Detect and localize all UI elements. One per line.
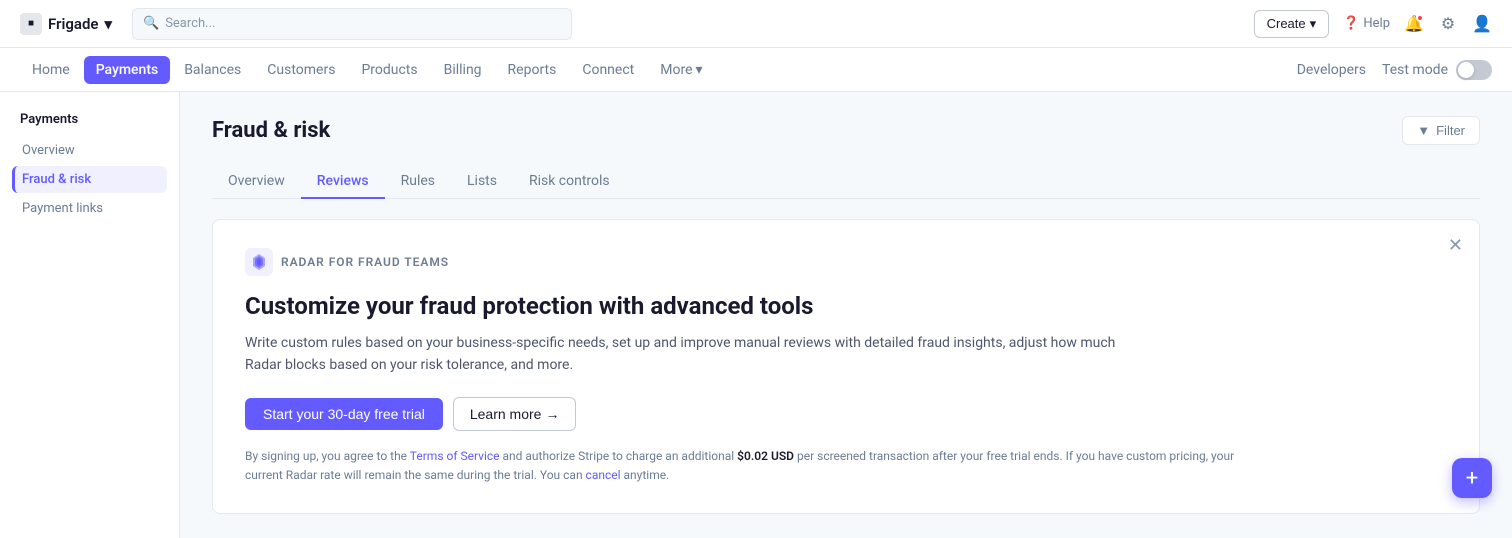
nav-item-customers[interactable]: Customers xyxy=(255,56,347,84)
footer-tos-link[interactable]: Terms of Service xyxy=(410,449,500,463)
more-chevron-icon: ▾ xyxy=(696,62,703,78)
promo-card: ✕ RADAR FOR FRAUD TEAMS Customize your f… xyxy=(212,219,1480,514)
test-mode-label: Test mode xyxy=(1382,62,1448,78)
create-button[interactable]: Create ▾ xyxy=(1254,10,1330,38)
main-layout: Payments Overview Fraud & risk Payment l… xyxy=(0,92,1512,538)
account-button[interactable]: 👤 xyxy=(1472,14,1492,34)
search-bar[interactable]: 🔍 Search... xyxy=(132,8,572,40)
learn-more-arrow-icon: → xyxy=(545,406,559,422)
help-label: Help xyxy=(1363,16,1390,31)
test-mode-toggle[interactable] xyxy=(1456,60,1492,80)
toggle-thumb xyxy=(1458,62,1474,78)
create-label: Create xyxy=(1267,16,1306,31)
promo-description: Write custom rules based on your busines… xyxy=(245,332,1145,377)
promo-title: Customize your fraud protection with adv… xyxy=(245,292,1447,320)
brand-icon: ■ xyxy=(20,13,42,35)
nav-actions: Create ▾ ❓ Help 🔔 ⚙ 👤 xyxy=(1254,10,1492,38)
nav-item-billing[interactable]: Billing xyxy=(432,56,494,84)
primary-nav-items: Home Payments Balances Customers Product… xyxy=(20,56,1297,84)
tab-risk-controls[interactable]: Risk controls xyxy=(513,165,626,199)
secondary-nav-right: Developers Test mode xyxy=(1297,60,1492,80)
sidebar-title: Payments xyxy=(12,112,167,127)
notification-dot xyxy=(1416,14,1424,22)
help-button[interactable]: ❓ Help xyxy=(1343,16,1390,31)
search-placeholder: Search... xyxy=(165,16,215,31)
sidebar: Payments Overview Fraud & risk Payment l… xyxy=(0,92,180,538)
nav-item-home[interactable]: Home xyxy=(20,56,82,84)
page-title: Fraud & risk xyxy=(212,118,330,143)
nav-item-balances[interactable]: Balances xyxy=(172,56,253,84)
sidebar-item-overview[interactable]: Overview xyxy=(12,137,167,164)
secondary-navigation: Home Payments Balances Customers Product… xyxy=(0,48,1512,92)
promo-actions: Start your 30-day free trial Learn more … xyxy=(245,397,1447,431)
top-navigation: ■ Frigade ▾ 🔍 Search... Create ▾ ❓ Help … xyxy=(0,0,1512,48)
brand-logo[interactable]: ■ Frigade ▾ xyxy=(20,13,112,35)
footer-cancel-link[interactable]: cancel xyxy=(586,468,621,482)
radar-badge-label: RADAR FOR FRAUD TEAMS xyxy=(281,255,449,269)
page-header: Fraud & risk ▼ Filter xyxy=(212,116,1480,145)
nav-item-products[interactable]: Products xyxy=(349,56,429,84)
notifications-button[interactable]: 🔔 xyxy=(1404,14,1424,34)
footer-prefix: By signing up, you agree to the xyxy=(245,449,410,463)
test-mode-toggle-group: Test mode xyxy=(1382,60,1492,80)
learn-more-label: Learn more xyxy=(470,406,542,422)
create-chevron-icon: ▾ xyxy=(1310,16,1317,32)
radar-icon xyxy=(245,248,273,276)
footer-price: $0.02 USD xyxy=(737,449,794,463)
footer-middle: and authorize Stripe to charge an additi… xyxy=(503,449,738,463)
brand-chevron-icon: ▾ xyxy=(104,15,112,33)
radar-badge: RADAR FOR FRAUD TEAMS xyxy=(245,248,1447,276)
nav-item-more[interactable]: More ▾ xyxy=(648,56,714,84)
filter-label: Filter xyxy=(1436,123,1465,138)
tab-reviews[interactable]: Reviews xyxy=(301,165,385,199)
close-button[interactable]: ✕ xyxy=(1448,236,1463,254)
tab-overview[interactable]: Overview xyxy=(212,165,301,199)
filter-button[interactable]: ▼ Filter xyxy=(1402,116,1480,145)
settings-button[interactable]: ⚙ xyxy=(1438,14,1458,34)
nav-item-connect[interactable]: Connect xyxy=(570,56,646,84)
start-trial-button[interactable]: Start your 30-day free trial xyxy=(245,398,443,430)
nav-item-payments[interactable]: Payments xyxy=(84,56,171,84)
footer-end: anytime. xyxy=(624,468,670,482)
content-area: Fraud & risk ▼ Filter Overview Reviews R… xyxy=(180,92,1512,538)
help-icon: ❓ xyxy=(1343,16,1359,31)
learn-more-button[interactable]: Learn more → xyxy=(453,397,577,431)
fab-button[interactable]: + xyxy=(1452,458,1492,498)
filter-icon: ▼ xyxy=(1417,123,1430,138)
promo-footer: By signing up, you agree to the Terms of… xyxy=(245,447,1245,485)
nav-item-reports[interactable]: Reports xyxy=(496,56,569,84)
tab-rules[interactable]: Rules xyxy=(385,165,451,199)
sidebar-item-payment-links[interactable]: Payment links xyxy=(12,195,167,222)
search-icon: 🔍 xyxy=(143,16,159,31)
brand-name: Frigade xyxy=(48,15,98,33)
tabs-bar: Overview Reviews Rules Lists Risk contro… xyxy=(212,165,1480,199)
tab-lists[interactable]: Lists xyxy=(451,165,513,199)
sidebar-item-fraud-risk[interactable]: Fraud & risk xyxy=(12,166,167,193)
developers-link[interactable]: Developers xyxy=(1297,62,1366,78)
